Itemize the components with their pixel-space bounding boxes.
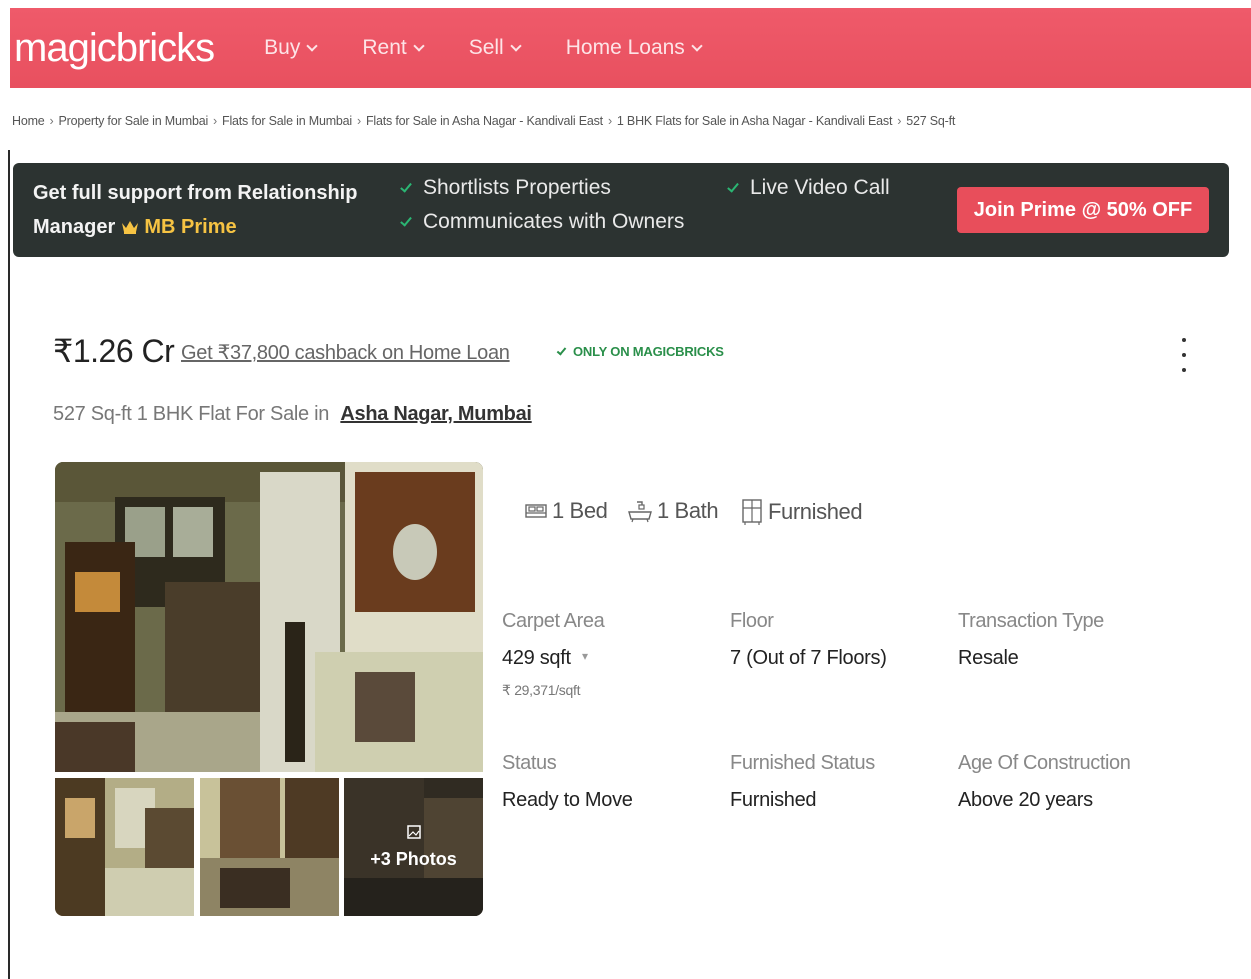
bath-count: 1 Bath: [627, 498, 719, 524]
check-icon: [556, 344, 567, 356]
bed-icon: [525, 504, 547, 518]
listing-price: ₹1.26 Cr: [53, 333, 175, 369]
carpet-area-rate: ₹ 29,371/sqft: [502, 682, 581, 698]
furnished-status-value: Furnished: [730, 789, 817, 811]
photo-thumbnail[interactable]: [200, 778, 339, 916]
nav-buy-label: Buy: [264, 36, 301, 59]
nav-rent-label: Rent: [362, 36, 407, 59]
chevron-down-icon: [510, 40, 522, 52]
listing-title-text: 527 Sq-ft 1 BHK Flat For Sale in: [53, 403, 330, 425]
magicbricks-logo[interactable]: magicbricks: [14, 26, 215, 71]
breadcrumb-separator-icon: ›: [897, 114, 902, 128]
feature-video-call-label: Live Video Call: [750, 176, 890, 199]
nav-sell[interactable]: Sell: [468, 36, 522, 60]
nav-buy[interactable]: Buy: [264, 36, 319, 60]
listing-location-link[interactable]: Asha Nagar, Mumbai: [340, 403, 532, 425]
transaction-type-value: Resale: [958, 647, 1019, 669]
room-photo-image: [55, 462, 483, 772]
main-property-photo[interactable]: [55, 462, 483, 772]
cashback-link[interactable]: Get ₹37,800 cashback on Home Loan: [181, 340, 510, 365]
room-photo-image: [200, 778, 339, 916]
carpet-area-value: 429 sqft ▾: [502, 647, 588, 670]
prime-title: Get full support from Relationship Manag…: [33, 176, 373, 244]
breadcrumb-separator-icon: ›: [357, 114, 361, 128]
feature-video-call: Live Video Call: [727, 176, 890, 200]
frame-border: [8, 150, 10, 979]
floor-label: Floor: [730, 610, 774, 632]
breadcrumb-flats-asha-nagar[interactable]: Flats for Sale in Asha Nagar - Kandivali…: [366, 114, 603, 128]
chevron-down-icon: [691, 40, 703, 52]
nav-home-loans[interactable]: Home Loans: [565, 36, 703, 60]
prime-title-manager: Manager: [33, 216, 116, 238]
feature-communicates: Communicates with Owners: [400, 210, 685, 234]
furnished-status-label: Furnished Status: [730, 752, 875, 774]
check-icon: [727, 179, 739, 193]
wardrobe-icon: [742, 499, 762, 525]
breadcrumb-1bhk-asha-nagar[interactable]: 1 BHK Flats for Sale in Asha Nagar - Kan…: [617, 114, 893, 128]
breadcrumb-separator-icon: ›: [213, 114, 218, 128]
age-of-construction-label: Age Of Construction: [958, 752, 1131, 774]
breadcrumb-home[interactable]: Home: [12, 114, 45, 128]
carpet-area-label: Carpet Area: [502, 610, 605, 632]
age-of-construction-value: Above 20 years: [958, 789, 1093, 811]
only-on-magicbricks-badge: ONLY ON MAGICBRICKS: [556, 344, 724, 359]
nav-sell-label: Sell: [468, 36, 504, 59]
chevron-down-icon: [306, 40, 319, 52]
more-photos-label: +3 Photos: [370, 848, 457, 869]
more-options-icon[interactable]: [1178, 338, 1190, 372]
bath-icon: [628, 501, 652, 523]
room-photo-image: [55, 778, 194, 916]
prime-title-line1: Get full support from Relationship: [33, 182, 358, 204]
floor-value: 7 (Out of 7 Floors): [730, 647, 887, 669]
feature-shortlists-label: Shortlists Properties: [423, 176, 611, 199]
check-icon: [400, 179, 412, 193]
crown-icon: [121, 221, 138, 234]
carpet-area-value-text: 429 sqft: [502, 647, 571, 669]
breadcrumb-separator-icon: ›: [607, 114, 612, 128]
status-label: Status: [502, 752, 557, 774]
photo-thumbnail[interactable]: [55, 778, 194, 916]
only-badge-label: ONLY ON MAGICBRICKS: [573, 344, 724, 359]
breadcrumb-property-mumbai[interactable]: Property for Sale in Mumbai: [59, 114, 209, 128]
feature-shortlists: Shortlists Properties: [400, 176, 611, 200]
dropdown-caret-icon[interactable]: ▾: [582, 649, 588, 663]
furnished-label: Furnished: [768, 499, 863, 524]
bed-count-label: 1 Bed: [552, 498, 608, 523]
breadcrumb-separator-icon: ›: [49, 114, 54, 128]
transaction-type-label: Transaction Type: [958, 610, 1104, 632]
breadcrumb-flats-mumbai[interactable]: Flats for Sale in Mumbai: [222, 114, 352, 128]
more-photos-overlay: +3 Photos: [344, 778, 483, 916]
bed-count: 1 Bed: [524, 498, 608, 524]
join-prime-button[interactable]: Join Prime @ 50% OFF: [957, 187, 1209, 233]
listing-title: 527 Sq-ft 1 BHK Flat For Sale in Asha Na…: [53, 403, 532, 426]
prime-brand: MB Prime: [144, 216, 237, 238]
furnished-indicator: Furnished: [740, 498, 863, 526]
breadcrumb-current: 527 Sq-ft: [906, 114, 956, 128]
nav-rent[interactable]: Rent: [362, 36, 425, 60]
site-header: magicbricks Buy Rent Sell Home Loans: [10, 8, 1251, 88]
photo-gallery-icon: [406, 824, 421, 839]
chevron-down-icon: [413, 40, 425, 52]
feature-communicates-label: Communicates with Owners: [423, 210, 685, 233]
status-value: Ready to Move: [502, 789, 633, 811]
more-photos-thumbnail[interactable]: +3 Photos: [344, 778, 483, 916]
bath-count-label: 1 Bath: [657, 498, 719, 523]
breadcrumb: Home › Property for Sale in Mumbai › Fla…: [12, 114, 955, 128]
prime-banner: Get full support from Relationship Manag…: [13, 163, 1229, 257]
nav-home-loans-label: Home Loans: [565, 36, 685, 59]
check-icon: [400, 213, 412, 227]
prime-title-line2: Manager MB Prime: [33, 210, 373, 244]
